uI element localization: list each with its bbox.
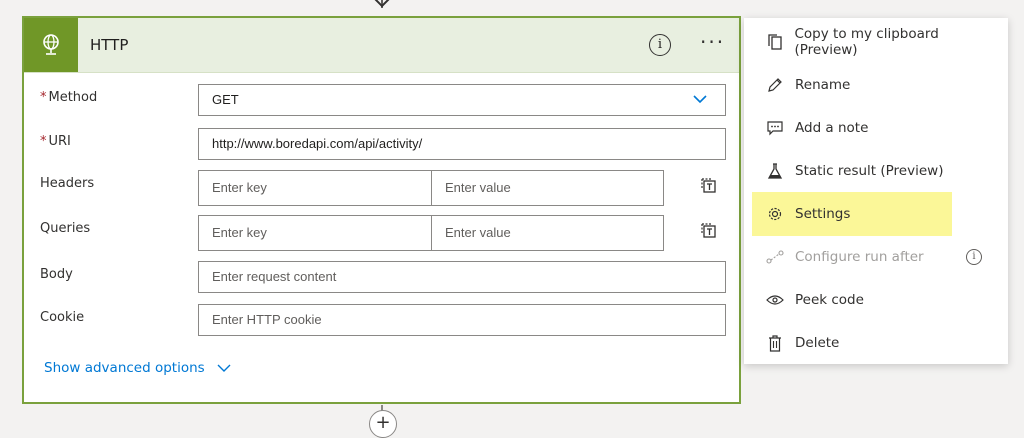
switch-to-text-mode-icon[interactable] — [700, 221, 718, 239]
uri-label-text: URI — [48, 134, 71, 149]
queries-label: Queries — [40, 221, 91, 236]
queries-value-placeholder: Enter value — [445, 225, 511, 240]
uri-input[interactable]: http://www.boredapi.com/api/activity/ — [198, 128, 726, 160]
menu-item-label: Static result (Preview) — [795, 163, 944, 179]
info-icon[interactable]: i — [966, 249, 982, 265]
chevron-down-icon — [217, 364, 231, 372]
switch-to-text-mode-icon[interactable] — [700, 176, 718, 194]
required-mark: * — [40, 90, 47, 105]
queries-value-input[interactable]: Enter value — [431, 215, 664, 251]
headers-key-placeholder: Enter key — [212, 180, 267, 195]
uri-label: * URI — [40, 134, 71, 149]
menu-item-peek-code[interactable]: Peek code — [752, 278, 1000, 322]
card-header[interactable]: HTTP i ··· — [24, 18, 739, 73]
gear-icon — [766, 205, 784, 223]
menu-item-label: Copy to my clipboard (Preview) — [794, 26, 939, 58]
headers-key-input[interactable]: Enter key — [198, 170, 432, 206]
context-menu: Copy to my clipboard (Preview) Rename Ad… — [744, 18, 1008, 364]
show-advanced-options-link[interactable]: Show advanced options — [44, 360, 231, 376]
method-label: * Method — [40, 90, 97, 105]
menu-item-settings[interactable]: Settings — [752, 192, 952, 236]
more-options-button[interactable]: ··· — [700, 30, 725, 54]
menu-item-label: Configure run after — [795, 249, 924, 265]
menu-item-label: Rename — [795, 77, 851, 93]
headers-label: Headers — [40, 176, 95, 191]
body-input[interactable]: Enter request content — [198, 261, 726, 293]
menu-item-label: Add a note — [795, 120, 869, 136]
body-label: Body — [40, 267, 73, 282]
cookie-input[interactable]: Enter HTTP cookie — [198, 304, 726, 336]
eye-icon — [766, 291, 784, 309]
advanced-options-label: Show advanced options — [44, 360, 205, 376]
trash-icon — [766, 334, 784, 352]
down-arrow-icon — [374, 0, 390, 8]
body-placeholder: Enter request content — [212, 269, 337, 284]
globe-icon — [24, 18, 78, 72]
comment-icon — [766, 119, 784, 137]
info-icon[interactable]: i — [649, 34, 671, 56]
headers-value-input[interactable]: Enter value — [431, 170, 664, 206]
card-title[interactable]: HTTP — [90, 36, 128, 54]
method-value: GET — [212, 92, 239, 107]
queries-key-input[interactable]: Enter key — [198, 215, 432, 251]
menu-item-label: Settings — [795, 206, 851, 222]
run-after-icon — [766, 248, 784, 266]
menu-item-copy-to-clipboard[interactable]: Copy to my clipboard (Preview) — [752, 20, 1000, 64]
required-mark: * — [40, 134, 47, 149]
pencil-icon — [766, 76, 784, 94]
method-dropdown[interactable]: GET — [198, 84, 726, 116]
method-label-text: Method — [48, 90, 98, 105]
menu-item-static-result[interactable]: Static result (Preview) — [752, 149, 1000, 193]
chevron-down-icon — [693, 95, 707, 104]
menu-item-add-a-note[interactable]: Add a note — [752, 106, 1000, 150]
menu-item-label: Delete — [795, 335, 840, 351]
copy-icon — [766, 33, 783, 51]
menu-item-rename[interactable]: Rename — [752, 63, 1000, 107]
uri-value: http://www.boredapi.com/api/activity/ — [212, 136, 423, 151]
menu-item-label: Peek code — [795, 292, 864, 308]
cookie-placeholder: Enter HTTP cookie — [212, 312, 322, 327]
http-action-card[interactable]: HTTP i ··· * Method GET * URI http://www.b… — [22, 16, 741, 404]
menu-item-delete[interactable]: Delete — [752, 321, 1000, 365]
cookie-label: Cookie — [40, 310, 85, 325]
menu-item-configure-run-after: Configure run after i — [752, 235, 1000, 279]
headers-value-placeholder: Enter value — [445, 180, 511, 195]
queries-key-placeholder: Enter key — [212, 225, 267, 240]
add-step-button[interactable]: + — [369, 410, 397, 438]
flask-icon — [766, 162, 784, 180]
